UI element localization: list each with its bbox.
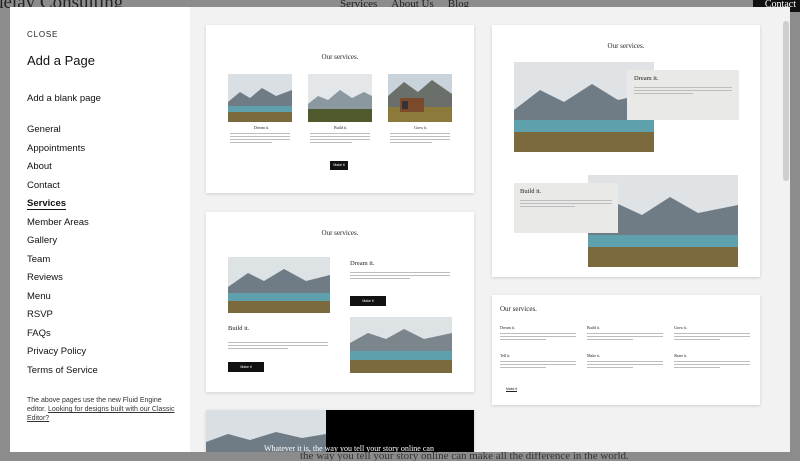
category-reviews[interactable]: Reviews bbox=[27, 272, 98, 291]
cabin-image bbox=[388, 74, 452, 122]
category-privacy-policy[interactable]: Privacy Policy bbox=[27, 346, 98, 365]
category-services[interactable]: Services bbox=[27, 198, 98, 217]
category-member-areas[interactable]: Member Areas bbox=[27, 217, 98, 236]
layout-card-three-column[interactable]: Our services. Dream it. Build it. Grow i… bbox=[206, 25, 474, 193]
modal-title: Add a Page bbox=[27, 53, 95, 68]
category-faqs[interactable]: FAQs bbox=[27, 328, 98, 347]
category-general[interactable]: General bbox=[27, 124, 98, 143]
category-list: General Appointments About Contact Servi… bbox=[27, 124, 98, 383]
mountain-image bbox=[308, 74, 372, 122]
category-team[interactable]: Team bbox=[27, 254, 98, 273]
scrollbar[interactable] bbox=[782, 7, 790, 452]
hero-text: Whatever it is, the way you tell your st… bbox=[264, 444, 434, 452]
card-heading: Our services. bbox=[321, 53, 359, 61]
category-contact[interactable]: Contact bbox=[27, 180, 98, 199]
layout-card-grid-list[interactable]: Our services. Dream it. Build it. Grow i… bbox=[492, 295, 760, 405]
add-page-modal: CLOSE Add a Page Add a blank page Genera… bbox=[10, 7, 790, 452]
scrollbar-thumb[interactable] bbox=[783, 21, 789, 181]
layout-card-overlap[interactable]: Our services. Dream it. Build it. bbox=[492, 25, 760, 277]
make-it-button: Make it bbox=[330, 161, 348, 170]
lake-image bbox=[228, 257, 330, 313]
lake-image bbox=[350, 317, 452, 373]
card-heading: Our services. bbox=[500, 305, 537, 313]
category-about[interactable]: About bbox=[27, 161, 98, 180]
card-heading: Our services. bbox=[321, 229, 359, 237]
card-heading: Our services. bbox=[607, 42, 645, 50]
category-appointments[interactable]: Appointments bbox=[27, 143, 98, 162]
category-menu[interactable]: Menu bbox=[27, 291, 98, 310]
add-blank-page-button[interactable]: Add a blank page bbox=[27, 93, 101, 104]
category-terms-of-service[interactable]: Terms of Service bbox=[27, 365, 98, 384]
page-category-sidebar: CLOSE Add a Page Add a blank page Genera… bbox=[10, 7, 190, 452]
category-rsvp[interactable]: RSVP bbox=[27, 309, 98, 328]
classic-editor-link[interactable]: Looking for designs built with our Class… bbox=[27, 406, 174, 422]
category-gallery[interactable]: Gallery bbox=[27, 235, 98, 254]
close-button[interactable]: CLOSE bbox=[27, 30, 58, 39]
layout-card-hero[interactable]: Whatever it is, the way you tell your st… bbox=[206, 410, 474, 452]
fluid-engine-note: The above pages use the new Fluid Engine… bbox=[27, 397, 175, 422]
layout-card-alternating[interactable]: Our services. Dream it. Make it Build it… bbox=[206, 212, 474, 392]
layout-previews: Our services. Dream it. Build it. Grow i… bbox=[190, 7, 790, 452]
lake-image bbox=[228, 74, 292, 122]
